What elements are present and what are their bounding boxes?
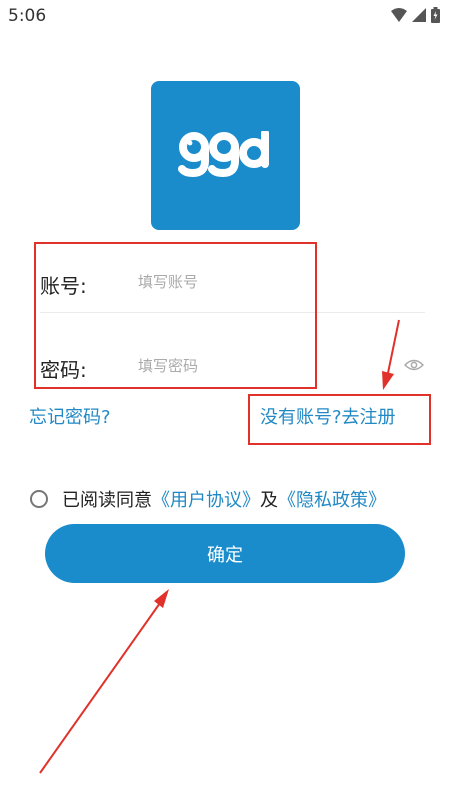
- annotation-arrows: [39, 319, 400, 774]
- arrow-to-register: [382, 319, 400, 390]
- arrow-to-confirm: [39, 589, 169, 774]
